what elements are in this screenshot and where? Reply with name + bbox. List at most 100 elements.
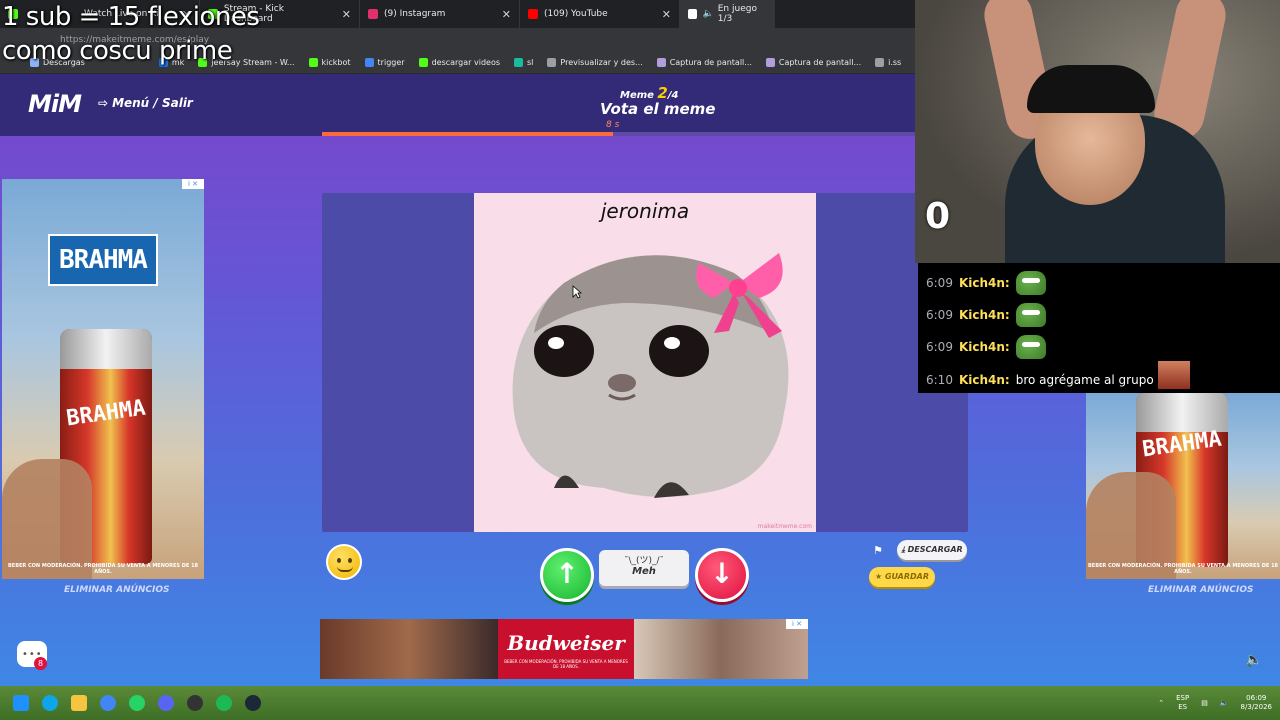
webcam-feed: 0 [915, 0, 1280, 263]
bookmark-label: Captura de pantall... [669, 58, 752, 67]
chat-user: Kich4n: [958, 276, 1010, 290]
side-ad-right[interactable]: BRAHMA BEBER CON MODERACIÓN. PROHIBIDA S… [1086, 392, 1280, 579]
download-button[interactable]: ⤓ DESCARGAR [897, 540, 967, 560]
bookmark-label: trigger [377, 58, 405, 67]
windows-start-icon[interactable] [13, 695, 29, 711]
bookmark-previsualizar[interactable]: Previsualizar y des... [547, 58, 643, 67]
chat-time: 6:09 [926, 308, 953, 322]
stream-overlay-line2: como coscu prime [2, 36, 233, 66]
bookmark-label: i.ss [888, 58, 902, 67]
time: 06:09 [1246, 694, 1267, 702]
chat-user: Kich4n: [958, 373, 1010, 387]
tab-label: En juego 1/3 [717, 4, 757, 24]
eye [348, 558, 352, 563]
kick-icon [308, 58, 318, 67]
menu-label: Menú / Salir [112, 96, 193, 110]
tab-label: (9) Instagram [384, 9, 446, 19]
meme-image: jeronima makeitmeme.com [474, 193, 816, 532]
bookmark-kickbot[interactable]: kickbot [308, 58, 351, 67]
arrow-down-icon: ↓ [710, 557, 734, 590]
bandana [1027, 65, 1155, 113]
trigger-icon [364, 58, 374, 67]
tab-youtube[interactable]: (109) YouTube ✕ [520, 0, 680, 28]
brahma-logo: BRAHMA [48, 234, 158, 286]
download-icon [418, 58, 428, 67]
obs-icon[interactable] [187, 695, 203, 711]
seconds-left: 8 s [606, 120, 620, 130]
file-explorer-icon[interactable] [71, 695, 87, 711]
meh-label: Meh [632, 566, 656, 577]
chat-message: 6:09 Kich4n: [926, 335, 1046, 359]
windows-taskbar: ⌃ ESP ES ▤ 🔈 06:09 8/3/2026 [0, 686, 1280, 720]
edge-icon[interactable] [42, 695, 58, 711]
bookmark-trigger[interactable]: trigger [364, 58, 405, 67]
close-icon[interactable]: ✕ [654, 8, 671, 21]
report-flag-icon[interactable]: ⚑ [873, 544, 883, 557]
bookmark-captura-1[interactable]: Captura de pantall... [656, 58, 752, 67]
upvote-button[interactable]: ↑ [540, 548, 594, 602]
watermark: makeitmeme.com [757, 523, 812, 530]
date: 8/3/2026 [1240, 703, 1272, 711]
chevron-up-icon[interactable]: ⌃ [1158, 699, 1164, 707]
exit-icon: ⇨ [98, 96, 109, 110]
meme-stage: jeronima makeitmeme.com [322, 193, 968, 532]
chat-time: 6:09 [926, 340, 953, 354]
downvote-button[interactable]: ↓ [695, 548, 749, 602]
tab-instagram[interactable]: (9) Instagram ✕ [360, 0, 520, 28]
chat-button[interactable]: ••• 8 [17, 641, 47, 670]
bookmark-sl[interactable]: sl [514, 58, 533, 67]
bookmark-label: sl [527, 58, 534, 67]
site-logo[interactable]: MiM [28, 90, 82, 118]
steam-icon[interactable] [245, 695, 261, 711]
tab-makeitmeme[interactable]: 🔈 En juego 1/3 [680, 0, 775, 28]
close-icon[interactable]: ✕ [494, 8, 511, 21]
bookmark-label: kickbot [321, 58, 351, 67]
adchoices-icon[interactable]: i ✕ [182, 179, 204, 189]
clock[interactable]: 06:09 8/3/2026 [1241, 694, 1272, 712]
pen-icon [765, 58, 775, 67]
remove-ads-link-right[interactable]: ELIMINAR ANÚNCIOS [1148, 585, 1254, 595]
bottom-ad[interactable]: Budweiser BEBER CON MODERACIÓN. PROHIBID… [320, 619, 808, 679]
pepe-emote-icon [1015, 335, 1046, 359]
spotify-icon[interactable] [216, 695, 232, 711]
budweiser-logo: Budweiser [507, 631, 625, 655]
volume-icon[interactable]: 🔈 [1220, 699, 1229, 707]
timer-fill [322, 132, 613, 136]
speaker-icon[interactable]: 🔈 [703, 9, 714, 19]
remove-ads-link-left[interactable]: ELIMINAR ANÚNCIOS [64, 585, 170, 595]
chat-time: 6:10 [926, 373, 953, 387]
save-button[interactable]: ★ GUARDAR [869, 567, 935, 587]
eye [337, 558, 341, 563]
chat-text: bro agrégame al grupo [1015, 373, 1154, 387]
language-indicator[interactable]: ESP ES [1176, 694, 1189, 712]
chrome-icon[interactable] [100, 695, 116, 711]
chat-message: 6:10 Kich4n: bro agrégame al grupo [926, 373, 1154, 387]
menu-exit-button[interactable]: ⇨ Menú / Salir [98, 96, 193, 110]
bookmark-descargar-videos[interactable]: descargar videos [418, 58, 501, 67]
youtube-icon [528, 9, 538, 19]
ad-photo-people [320, 619, 498, 679]
can-top [60, 329, 152, 369]
rp-icon [547, 58, 557, 67]
chat-time: 6:09 [926, 276, 953, 290]
vote-title: Vota el meme [600, 100, 716, 118]
bookmark-iss[interactable]: i.ss [875, 58, 901, 67]
pepe-emote-icon [1015, 271, 1046, 295]
hand [2, 459, 92, 579]
bookmark-label: Previsualizar y des... [560, 58, 643, 67]
network-icon[interactable]: ▤ [1201, 699, 1208, 707]
mouth [337, 566, 353, 572]
side-ad-left[interactable]: BRAHMA BRAHMA BEBER CON MODERACIÓN. PROH… [2, 179, 204, 579]
reaction-emoji-button[interactable] [326, 544, 362, 580]
volume-icon[interactable]: 🔈 [1245, 652, 1262, 668]
bookmark-label: descargar videos [431, 58, 501, 67]
chat-user: Kich4n: [958, 308, 1010, 322]
close-icon[interactable]: ✕ [334, 8, 351, 21]
adchoices-icon[interactable]: i ✕ [786, 619, 808, 629]
discord-icon[interactable] [158, 695, 174, 711]
ad-warning: BEBER CON MODERACIÓN. PROHIBIDA SU VENTA… [1087, 563, 1279, 575]
bookmark-captura-2[interactable]: Captura de pantall... [765, 58, 861, 67]
meh-button[interactable]: ¯\_(ツ)_/¯ Meh [599, 550, 689, 586]
pepe-emote-icon [1015, 303, 1046, 327]
whatsapp-icon[interactable] [129, 695, 145, 711]
